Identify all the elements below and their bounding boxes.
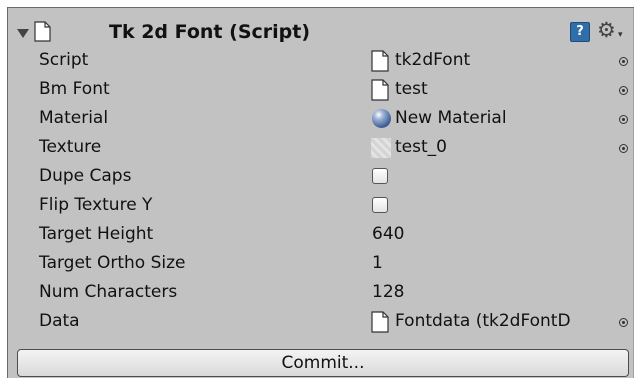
object-picker-icon[interactable] [619, 115, 628, 124]
field-label: Data [39, 311, 80, 331]
num-characters-field[interactable]: 128 [372, 282, 404, 302]
bm-font-object-field[interactable]: test [395, 79, 428, 99]
script-file-icon [371, 50, 389, 72]
field-label: Bm Font [39, 79, 110, 99]
chevron-down-icon[interactable]: ▾ [618, 30, 623, 40]
object-picker-icon[interactable] [619, 144, 628, 153]
field-target-height: Target Height 640 [7, 221, 634, 250]
field-data: Data Fontdata (tk2dFontD [7, 308, 634, 337]
field-bm-font: Bm Font test [7, 76, 634, 105]
foldout-triangle-icon[interactable] [17, 29, 29, 38]
texture-thumbnail-icon [371, 138, 391, 158]
field-material: Material New Material [7, 105, 634, 134]
script-object-field[interactable]: tk2dFont [395, 50, 470, 70]
data-file-icon [371, 311, 389, 333]
field-label: Script [39, 50, 89, 70]
target-height-field[interactable]: 640 [372, 224, 404, 244]
texture-object-field[interactable]: test_0 [395, 137, 447, 157]
field-texture: Texture test_0 [7, 134, 634, 163]
object-picker-icon[interactable] [619, 86, 628, 95]
help-icon[interactable]: ? [570, 22, 590, 42]
field-label: Num Characters [39, 282, 178, 302]
field-label: Texture [39, 137, 102, 157]
field-label: Target Height [39, 224, 154, 244]
field-dupe-caps: Dupe Caps [7, 163, 634, 192]
material-sphere-icon [372, 109, 391, 128]
gear-icon[interactable]: ⚙ [597, 18, 616, 42]
text-file-icon [371, 79, 389, 101]
field-script: Script tk2dFont [7, 47, 634, 76]
field-target-ortho-size: Target Ortho Size 1 [7, 250, 634, 279]
object-picker-icon[interactable] [619, 57, 628, 66]
dupe-caps-checkbox[interactable] [372, 168, 388, 184]
field-label: Material [39, 108, 109, 128]
component-title: Tk 2d Font (Script) [109, 21, 311, 43]
field-num-characters: Num Characters 128 [7, 279, 634, 308]
component-header: Tk 2d Font (Script) ? ⚙ ▾ [7, 17, 634, 47]
field-label: Flip Texture Y [39, 195, 153, 215]
data-object-field[interactable]: Fontdata (tk2dFontD [395, 311, 571, 331]
commit-button[interactable]: Commit... [17, 349, 629, 377]
field-label: Target Ortho Size [39, 253, 186, 273]
target-ortho-size-field[interactable]: 1 [372, 253, 383, 273]
field-flip-texture-y: Flip Texture Y [7, 192, 634, 221]
object-picker-icon[interactable] [619, 318, 628, 327]
inspector-panel: Tk 2d Font (Script) ? ⚙ ▾ Script tk2dFon… [7, 7, 634, 378]
material-object-field[interactable]: New Material [395, 108, 507, 128]
script-file-icon [34, 21, 51, 42]
flip-texture-y-checkbox[interactable] [372, 197, 388, 213]
field-label: Dupe Caps [39, 166, 132, 186]
